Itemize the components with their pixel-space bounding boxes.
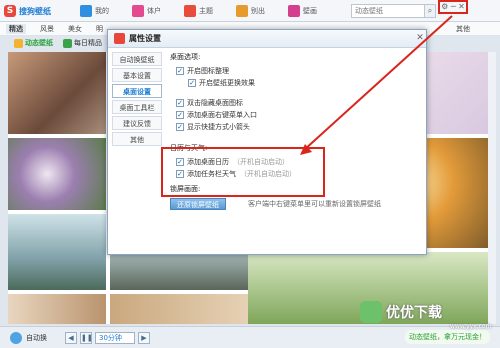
watermark-url: www.yyx.com xyxy=(450,323,492,330)
lock-screen-row: 还原锁屏壁纸 客户端中右键菜单里可以重新设置锁屏壁纸 xyxy=(170,198,420,210)
promo-status[interactable]: 动态壁纸，拿万元现金！ xyxy=(405,330,490,344)
tab-paint[interactable]: 壁画 xyxy=(288,3,336,19)
dialog-title-bar: 属性设置 xyxy=(108,30,426,48)
nav-desktop-settings[interactable]: 桌面设置 xyxy=(112,84,162,98)
interval-select[interactable]: 30分钟 xyxy=(95,331,135,344)
app-name: 搜狗壁纸 xyxy=(19,6,51,16)
tab-paint-icon xyxy=(288,5,300,17)
top-bar: S 搜狗壁纸 我的 体户 主题 别出 壁画 ⌕ ⚙ ─ ✕ xyxy=(0,0,500,22)
settings-gear-highlight[interactable]: ⚙ ─ ✕ xyxy=(438,0,468,14)
filter-daily-picks[interactable]: 每日精品 xyxy=(63,38,102,48)
wallpaper-thumb[interactable] xyxy=(8,214,106,290)
option-shortcut-arrow[interactable]: ✓ 显示快捷方式小箭头 xyxy=(170,121,420,132)
category-featured[interactable]: 精选 xyxy=(6,23,26,34)
dynamic-icon xyxy=(14,38,23,48)
nav-other[interactable]: 其他 xyxy=(112,132,162,146)
auto-change-icon xyxy=(10,331,22,344)
checkbox-checked[interactable]: ✓ xyxy=(176,98,184,107)
wallpaper-thumb[interactable] xyxy=(110,294,248,324)
category-beauty[interactable]: 美女 xyxy=(68,24,82,34)
checkbox-checked[interactable]: ✓ xyxy=(176,122,184,131)
dialog-title: 属性设置 xyxy=(129,34,161,43)
tab-theme-icon xyxy=(184,5,196,17)
filter-dynamic-wallpaper[interactable]: 动态壁纸 xyxy=(14,38,53,48)
option-icon-arrange[interactable]: ✓ 开启图标整理 xyxy=(170,65,420,76)
dialog-logo-icon xyxy=(114,33,125,44)
search-icon[interactable]: ⌕ xyxy=(424,4,436,18)
search-input[interactable] xyxy=(351,4,425,18)
checkbox-checked[interactable]: ✓ xyxy=(188,78,196,87)
auto-change-label[interactable]: 自动换 xyxy=(26,333,47,343)
tab-other-icon xyxy=(236,5,248,17)
wallpaper-thumb[interactable] xyxy=(8,138,106,210)
checkbox-checked[interactable]: ✓ xyxy=(176,110,184,119)
lock-screen-hint: 客户端中右键菜单里可以重新设置锁屏壁纸 xyxy=(248,200,381,208)
tab-account[interactable]: 体户 xyxy=(132,3,180,19)
desktop-options-title: 桌面选项: xyxy=(170,53,201,61)
option-context-menu-entry[interactable]: ✓ 添加桌面右键菜单入口 xyxy=(170,109,420,120)
wallpaper-thumb[interactable] xyxy=(8,52,106,134)
next-button[interactable]: ▶ xyxy=(138,331,150,344)
option-dblclick-hide-icons[interactable]: ✓ 双击隐藏桌面图标 xyxy=(170,97,420,108)
category-other[interactable]: 其他 xyxy=(456,24,470,34)
calendar-icon xyxy=(63,38,72,48)
dialog-nav: 自动换壁纸 基本设置 桌面设置 桌面工具栏 建议反馈 其他 xyxy=(112,52,162,148)
category-scenery[interactable]: 风景 xyxy=(40,24,54,34)
nav-auto-wallpaper[interactable]: 自动换壁纸 xyxy=(112,52,162,66)
app-logo[interactable]: S 搜狗壁纸 xyxy=(4,3,58,19)
category-celebrity[interactable]: 明 xyxy=(96,24,103,34)
close-icon[interactable]: ✕ xyxy=(414,32,426,44)
tab-mine[interactable]: 我的 xyxy=(80,3,128,19)
calendar-weather-highlight xyxy=(161,147,325,197)
watermark-title: 优优下载 xyxy=(386,305,442,321)
pause-button[interactable]: ❚❚ xyxy=(80,331,93,344)
app-logo-icon: S xyxy=(4,5,16,17)
properties-dialog: 属性设置 ✕ 自动换壁纸 基本设置 桌面设置 桌面工具栏 建议反馈 其他 桌面选… xyxy=(107,29,427,255)
gallery-scrollbar[interactable] xyxy=(488,52,496,324)
wallpaper-thumb[interactable] xyxy=(8,294,106,324)
nav-feedback[interactable]: 建议反馈 xyxy=(112,116,162,130)
tab-other[interactable]: 别出 xyxy=(236,3,284,19)
tab-account-icon xyxy=(132,5,144,17)
main-tabs: 我的 体户 主题 别出 壁画 xyxy=(80,3,340,19)
watermark-logo-icon xyxy=(360,301,382,323)
nav-basic-settings[interactable]: 基本设置 xyxy=(112,68,162,82)
tab-mine-icon xyxy=(80,5,92,17)
prev-button[interactable]: ◀ xyxy=(65,331,77,344)
option-wallpaper-effect[interactable]: ✓ 开启壁纸更换效果 xyxy=(170,77,420,88)
checkbox-checked[interactable]: ✓ xyxy=(176,66,184,75)
restore-lockscreen-button[interactable]: 还原锁屏壁纸 xyxy=(170,198,226,210)
tab-theme[interactable]: 主题 xyxy=(184,3,232,19)
nav-desktop-toolbar[interactable]: 桌面工具栏 xyxy=(112,100,162,114)
